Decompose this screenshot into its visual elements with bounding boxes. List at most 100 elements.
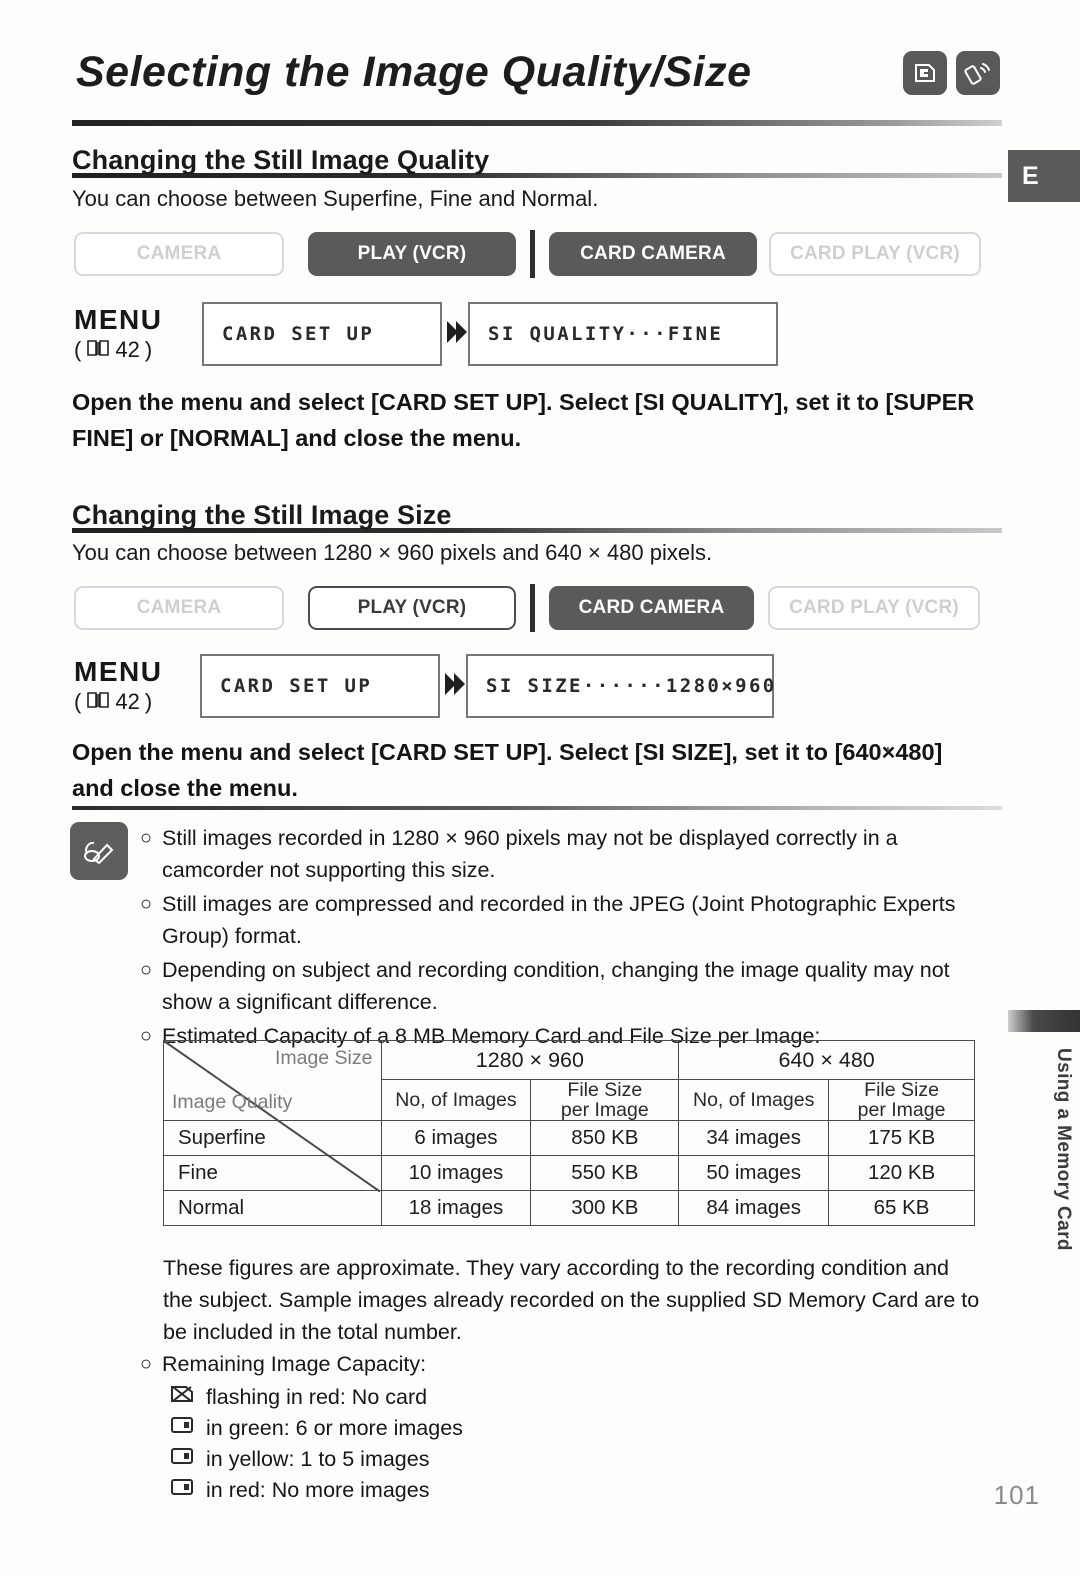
note-item: ○ Still images recorded in 1280 × 960 pi… [140,822,980,886]
notes-list: ○ Still images recorded in 1280 × 960 pi… [140,822,980,1054]
page-title: Selecting the Image Quality/Size [76,48,752,96]
note-text: Depending on subject and recording condi… [162,958,950,1014]
note-text: Still images are compressed and recorded… [162,892,956,948]
paren-open-2: ( [74,689,82,714]
stray-mark: ' [886,744,890,766]
running-head-bar [1008,1010,1080,1032]
mode-button-card-play-vcr-2[interactable]: CARD PLAY (VCR) [768,586,980,630]
header-icon-group [903,51,1000,95]
page-number: 101 [993,1480,1040,1510]
chevron-right-icon-2 [442,670,468,698]
notes-divider [72,806,1002,810]
menu-box-si-size-text: SI SIZE······1280×960 [486,675,777,697]
menu-box-si-quality[interactable]: SI QUALITY···FINE [468,302,778,366]
table-cell: 850 KB [530,1120,680,1156]
list-item: flashing in red: No card [170,1381,840,1412]
menu-page-number: 42 [115,337,140,362]
note-bullet: ○ [140,827,153,849]
table-corner-size-label: Image Size [274,1047,373,1069]
menu-box-card-set-up-text: CARD SET UP [222,323,375,345]
menu-label-group-2: MENU ( 42 ) [74,656,204,715]
paren-open: ( [74,337,82,362]
capacity-text: in green: 6 or more images [206,1415,463,1440]
document-page: Selecting the Image Quality/Size E Using… [0,0,1080,1576]
remaining-capacity-block: ○ Remaining Image Capacity: flashing in … [140,1348,840,1505]
table-subheader-no-images-640: No, of Images [678,1079,830,1121]
notes-pencil-icon [70,822,128,880]
menu-page-reference-2: ( 42 ) [74,689,204,715]
card-icon [170,1443,195,1475]
menu-page-reference: ( 42 ) [74,337,204,363]
mode-button-camera-2[interactable]: CAMERA [74,586,284,630]
remaining-capacity-title: Remaining Image Capacity: [162,1352,427,1376]
menu-path-quality: MENU ( 42 ) CARD SET UP SI QUALITY···FIN… [72,300,1002,380]
page-header: Selecting the Image Quality/Size [72,48,1008,126]
menu-label-2: MENU [74,656,163,687]
table-header-size-640: 640 × 480 [678,1040,975,1080]
capacity-table: Image Size Image Quality 1280 × 960 640 … [163,1040,975,1226]
section-lead-quality: You can choose between Superfine, Fine a… [72,186,599,211]
note-bullet: ○ [140,1025,153,1047]
mode-button-camera[interactable]: CAMERA [74,232,284,276]
paren-close: ) [144,337,153,362]
table-corner-cell: Image Size Image Quality [163,1040,382,1192]
mode-button-card-camera-2[interactable]: CARD CAMERA [549,586,754,630]
menu-box-card-set-up[interactable]: CARD SET UP [202,302,442,366]
table-cell: 84 images [678,1190,830,1226]
note-text: Still images recorded in 1280 × 960 pixe… [162,826,898,882]
book-icon-2 [86,689,110,715]
capacity-indicator-list: flashing in red: No card in green: 6 or … [170,1381,840,1505]
capacity-text: in yellow: 1 to 5 images [206,1446,430,1471]
card-icon [170,1412,195,1444]
menu-box-card-set-up-2[interactable]: CARD SET UP [200,654,440,718]
chapter-tab-label: E [1022,161,1039,190]
subheader-line-2: per Image [857,1099,946,1121]
table-cell: 300 KB [530,1190,680,1226]
paren-close-2: ) [144,689,153,714]
mode-button-card-camera[interactable]: CARD CAMERA [549,232,757,276]
note-bullet: ○ [140,893,153,915]
no-card-icon [170,1381,195,1413]
instruction-size: Open the menu and select [CARD SET UP]. … [72,739,943,801]
menu-box-card-set-up-2-text: CARD SET UP [220,675,373,697]
menu-page-number-2: 42 [115,689,140,714]
title-divider [72,120,1002,126]
subheader-line-1: No, of Images [395,1089,517,1111]
note-item: ○ Still images are compressed and record… [140,888,980,952]
menu-box-si-quality-text: SI QUALITY···FINE [488,323,724,345]
card-icon [170,1474,195,1506]
section-heading-size-text: Changing the Still Image Size [72,500,452,530]
list-item: in red: No more images [170,1474,840,1505]
table-header-size-1280: 1280 × 960 [380,1040,680,1080]
instruction-quality: Open the menu and select [CARD SET UP]. … [72,389,975,451]
menu-box-si-size[interactable]: SI SIZE······1280×960 [466,654,774,718]
mode-buttons-size: CAMERA PLAY (VCR) CARD CAMERA CARD PLAY … [74,584,980,632]
chapter-tab: E [1008,150,1080,202]
menu-path-size: MENU ( 42 ) CARD SET UP SI SIZE······128… [72,652,1002,732]
note-bullet: ○ [140,959,153,981]
capacity-text: in red: No more images [206,1477,430,1502]
capacity-table-wrapper: Image Size Image Quality 1280 × 960 640 … [163,1040,975,1226]
note-item: ○ Remaining Image Capacity: [140,1348,840,1380]
table-corner-quality-label: Image Quality [172,1091,293,1113]
mode-divider [530,230,535,278]
remote-control-icon [956,51,1000,95]
table-cell: 550 KB [530,1155,680,1191]
table-cell: 65 KB [828,1190,975,1226]
table-row: Normal 18 images 300 KB 84 images 65 KB [163,1190,975,1226]
mode-button-play-vcr-2[interactable]: PLAY (VCR) [308,586,516,630]
section-heading-quality: Changing the Still Image Quality [72,145,1002,178]
subheader-line-1: No, of Images [692,1089,815,1111]
menu-label-group: MENU ( 42 ) [74,304,204,363]
chevron-right-icon [444,318,470,346]
table-subheader-file-size-1280: File Size per Image [530,1079,680,1121]
mode-button-play-vcr[interactable]: PLAY (VCR) [308,232,516,276]
section-heading-size: Changing the Still Image Size [72,500,1002,533]
table-subheader-file-size-640: File Size per Image [828,1079,975,1121]
section-heading-quality-text: Changing the Still Image Quality [72,145,490,175]
note-item: ○ Depending on subject and recording con… [140,954,980,1018]
list-item: in yellow: 1 to 5 images [170,1443,840,1474]
mode-button-card-play-vcr[interactable]: CARD PLAY (VCR) [769,232,981,276]
table-footnote: These figures are approximate. They vary… [163,1256,980,1344]
mode-divider-2 [530,584,535,632]
